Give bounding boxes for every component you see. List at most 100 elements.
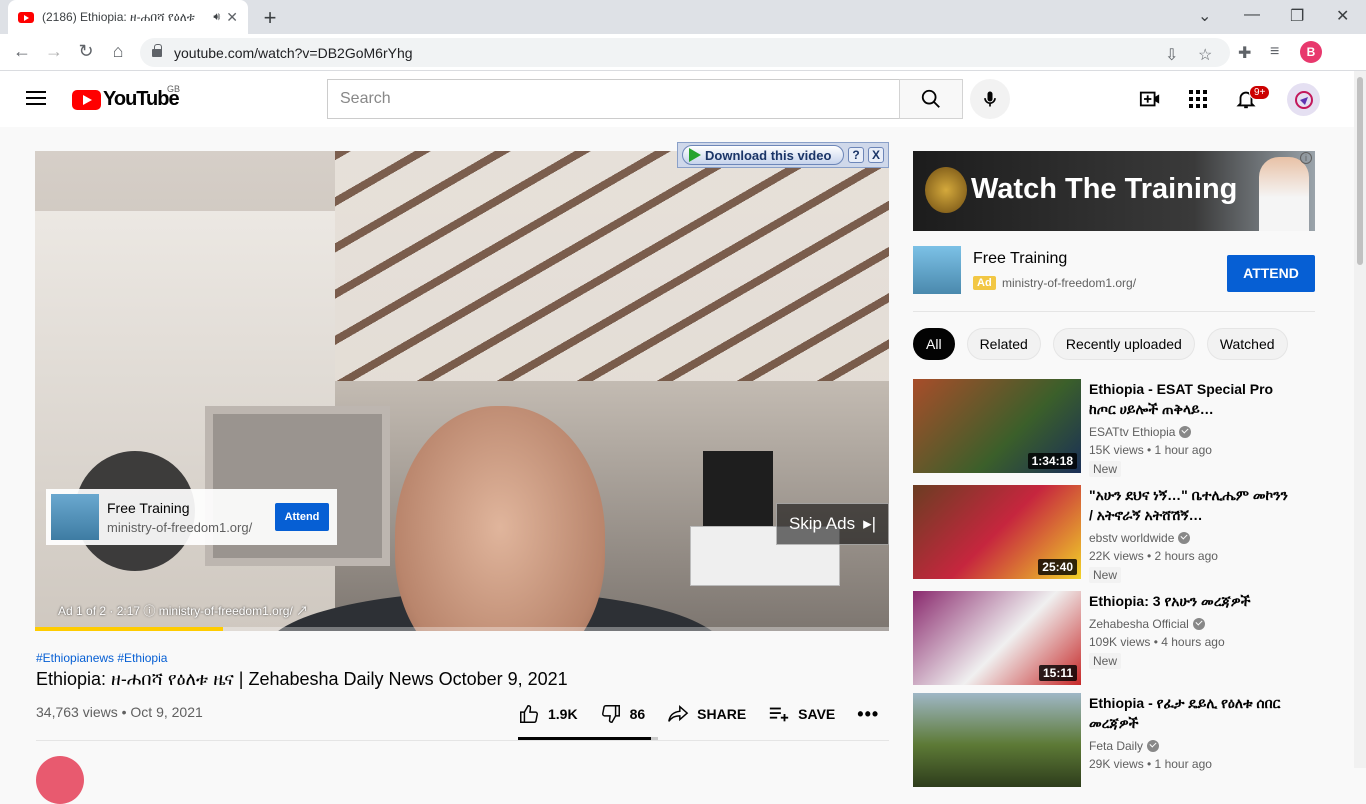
media-control-icon[interactable]: ≡: [1270, 43, 1279, 61]
page-scrollbar[interactable]: [1354, 71, 1366, 768]
video-actions: 1.9K 86 SHARE SAVE •••: [518, 700, 901, 728]
user-avatar[interactable]: [1287, 83, 1320, 116]
ad-progress-fill: [35, 627, 223, 631]
like-button[interactable]: 1.9K: [518, 703, 578, 725]
share-button[interactable]: SHARE: [667, 703, 746, 725]
microphone-icon: [984, 91, 996, 107]
chip-recently-uploaded[interactable]: Recently uploaded: [1052, 328, 1195, 360]
recommended-channel[interactable]: ESATtv Ethiopia: [1089, 425, 1192, 439]
recommended-views: 29K views • 1 hour ago: [1089, 757, 1212, 771]
audio-playing-icon[interactable]: 🔊︎: [213, 11, 220, 24]
download-video-button[interactable]: Download this video: [682, 145, 844, 165]
video-duration: 1:34:18: [1027, 453, 1077, 469]
search-placeholder: Search: [340, 90, 391, 107]
url-text: youtube.com/watch?v=DB2GoM6rYhg: [174, 44, 413, 61]
promo-thumbnail: [913, 246, 961, 294]
new-badge: New: [1089, 567, 1122, 583]
player-overlay-ad[interactable]: Free Training ministry-of-freedom1.org/ …: [46, 489, 337, 545]
create-video-icon[interactable]: [1138, 87, 1162, 111]
dislike-button[interactable]: 86: [600, 703, 646, 725]
overlay-attend-button[interactable]: Attend: [275, 503, 329, 531]
banner-text: Watch The Training: [971, 173, 1238, 205]
promo-attend-button[interactable]: ATTEND: [1227, 255, 1315, 292]
channel-name: ebstv worldwide: [1089, 531, 1175, 545]
extensions-icon[interactable]: ✚: [1238, 43, 1251, 63]
channel-name: Zehabesha Official: [1089, 617, 1189, 631]
like-count: 1.9K: [548, 706, 578, 722]
share-label: SHARE: [697, 706, 747, 722]
info-icon[interactable]: ⓘ: [143, 604, 158, 618]
video-thumbnail[interactable]: 25:40: [913, 485, 1081, 579]
tab-search-icon[interactable]: ⌄: [1198, 6, 1211, 26]
thumbs-down-icon: [601, 705, 620, 723]
browser-profile-avatar[interactable]: B: [1300, 41, 1322, 63]
chip-all[interactable]: All: [913, 328, 955, 360]
scrollbar-thumb[interactable]: [1357, 77, 1363, 265]
download-label: Download this video: [705, 147, 832, 163]
forward-arrow-icon[interactable]: →: [42, 41, 66, 62]
video-player[interactable]: [35, 151, 889, 631]
recommended-channel[interactable]: Feta Daily: [1089, 739, 1160, 753]
youtube-logo[interactable]: YouTube GB: [72, 84, 180, 111]
download-close-button[interactable]: X: [868, 147, 884, 163]
lock-icon: [152, 43, 162, 57]
sidebar-ad-banner[interactable]: Watch The Training: [913, 151, 1315, 231]
video-thumbnail[interactable]: 1:34:18: [913, 379, 1081, 473]
browser-tab[interactable]: (2186) Ethiopia: ዘ-ሐበሻ የዕለቱ 🔊︎ ✕: [8, 0, 248, 34]
menu-icon[interactable]: [26, 91, 46, 105]
chip-related[interactable]: Related: [966, 328, 1041, 360]
ad-info-icon[interactable]: i: [1300, 152, 1312, 164]
recommended-channel[interactable]: ebstv worldwide: [1089, 531, 1191, 545]
youtube-play-icon: [72, 89, 101, 110]
ad-thumbnail: [51, 494, 99, 540]
new-badge: New: [1089, 461, 1122, 477]
voice-search-button[interactable]: [970, 79, 1010, 119]
recommended-video[interactable]: Ethiopia - የፈታ ዴይሊ የዕለቱ ሰበር መረጃዎች Feta D…: [913, 693, 1353, 787]
recommended-video[interactable]: 15:11 Ethiopia: 3 የአሁን መረጃዎች Zehabesha O…: [913, 591, 1353, 685]
skip-ads-label: Skip Ads: [788, 514, 856, 533]
verified-icon: [1179, 426, 1192, 438]
maximize-button[interactable]: ❐: [1290, 6, 1304, 26]
more-actions-button[interactable]: •••: [857, 704, 879, 725]
save-label: SAVE: [798, 706, 836, 722]
video-thumbnail[interactable]: [913, 693, 1081, 787]
browser-tab-strip: (2186) Ethiopia: ዘ-ሐበሻ የዕለቱ 🔊︎ ✕ + ⌄ — ❐…: [0, 0, 1366, 34]
minimize-button[interactable]: —: [1244, 6, 1260, 24]
recommended-channel[interactable]: Zehabesha Official: [1089, 617, 1205, 631]
sidebar-promo[interactable]: Free Training Ad ministry-of-freedom1.or…: [913, 246, 1315, 296]
save-button[interactable]: SAVE: [768, 703, 835, 725]
dislike-count: 86: [629, 706, 646, 722]
country-code: GB: [167, 84, 181, 94]
promo-url: ministry-of-freedom1.org/: [1002, 276, 1137, 290]
search-button[interactable]: [899, 79, 963, 119]
info-divider: [36, 740, 889, 741]
ad-url-link[interactable]: ministry-of-freedom1.org/: [159, 604, 293, 618]
back-arrow-icon[interactable]: ←: [10, 41, 34, 62]
skip-ads-button[interactable]: Skip Ads ▸|: [776, 503, 889, 545]
ad-progress-bar[interactable]: [35, 627, 889, 631]
download-play-icon: [689, 148, 701, 162]
close-tab-icon[interactable]: ✕: [226, 9, 238, 26]
tab-title: (2186) Ethiopia: ዘ-ሐበሻ የዕለቱ: [42, 9, 195, 24]
download-help-button[interactable]: ?: [848, 147, 864, 163]
recommended-video[interactable]: 1:34:18 Ethiopia - ESAT Special Pro ከጦር …: [913, 379, 1353, 477]
address-bar[interactable]: youtube.com/watch?v=DB2GoM6rYhg ⇩ ☆: [140, 38, 1230, 67]
channel-avatar[interactable]: [36, 756, 84, 804]
search-input[interactable]: Search: [327, 79, 900, 119]
apps-grid-icon[interactable]: [1186, 87, 1210, 111]
banner-emblem-icon: [925, 167, 967, 213]
chip-watched[interactable]: Watched: [1206, 328, 1288, 360]
video-hashtags[interactable]: #Ethiopianews #Ethiopia: [36, 651, 167, 665]
recommended-title: Ethiopia - ESAT Special Pro ከጦር ሀይሎች ጠቅላ…: [1089, 381, 1274, 417]
bookmark-star-icon[interactable]: ☆: [1198, 45, 1212, 65]
close-window-button[interactable]: ✕: [1336, 6, 1349, 26]
recommended-title: "አሁን ደህና ነኝ…" ቤተሊሔም መኮንን / አትኖራኝ አትሸሽኝ…: [1089, 487, 1288, 523]
overlay-ad-title: Free Training: [107, 499, 190, 516]
video-thumbnail[interactable]: 15:11: [913, 591, 1081, 685]
home-icon[interactable]: ⌂: [106, 41, 130, 62]
new-tab-button[interactable]: +: [258, 5, 282, 31]
install-app-icon[interactable]: ⇩: [1165, 45, 1178, 65]
reload-icon[interactable]: ↻: [74, 41, 98, 62]
verified-icon: [1147, 740, 1160, 752]
recommended-video[interactable]: 25:40 "አሁን ደህና ነኝ…" ቤተሊሔም መኮንን / አትኖራኝ አ…: [913, 485, 1353, 583]
